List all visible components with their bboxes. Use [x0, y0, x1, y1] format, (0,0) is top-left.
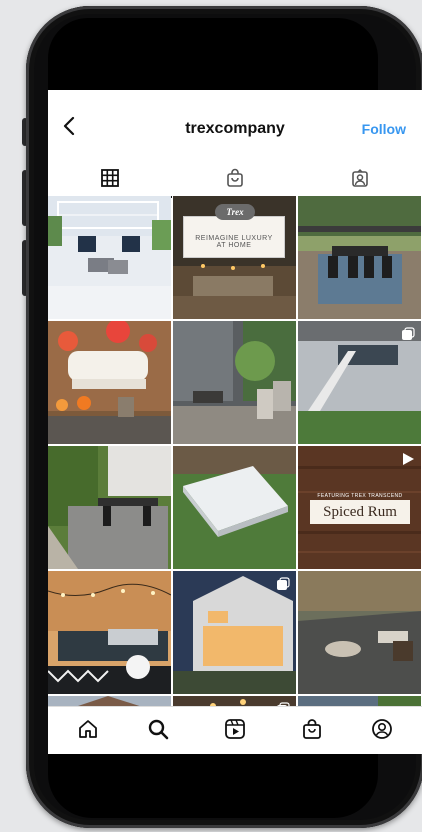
post-thumbnail[interactable]	[298, 696, 421, 706]
shop-icon	[301, 718, 323, 745]
profile-header: trexcompany Follow	[48, 90, 422, 164]
patio-palm-photo	[173, 321, 296, 444]
nav-profile[interactable]	[366, 715, 398, 747]
post-thumbnail[interactable]	[173, 321, 296, 444]
featuring-text: FEATURING TREX TRANSCEND	[317, 493, 403, 499]
promo-card: REIMAGINE LUXURY AT HOME	[183, 216, 285, 258]
post-thumbnail[interactable]	[48, 446, 171, 569]
reels-icon	[224, 718, 246, 745]
house-roof-photo	[48, 696, 171, 706]
phone-chin	[48, 754, 378, 818]
bottom-navigation	[48, 706, 422, 754]
shop-bag-icon	[225, 168, 245, 193]
rooftop-deck-photo	[48, 196, 171, 319]
profile-tabs	[48, 164, 422, 198]
post-thumbnail[interactable]	[298, 571, 421, 694]
autumn-porch-photo	[48, 321, 171, 444]
tagged-icon	[350, 168, 370, 193]
deck-on-lawn-photo	[173, 446, 296, 569]
posts-grid: REIMAGINE LUXURY AT HOME Trex FEATURING …	[48, 196, 422, 706]
carousel-icon	[276, 577, 290, 596]
post-thumbnail[interactable]: REIMAGINE LUXURY AT HOME Trex	[173, 196, 296, 319]
trex-logo: Trex	[215, 204, 255, 220]
deck-dining-photo	[298, 196, 421, 319]
tab-shop[interactable]	[173, 164, 297, 196]
status-area	[48, 18, 378, 90]
tab-tagged[interactable]	[298, 164, 422, 196]
post-thumbnail[interactable]	[173, 571, 296, 694]
search-icon	[147, 718, 169, 745]
promo-line-2: AT HOME	[216, 242, 252, 249]
color-name-card: Spiced Rum	[310, 500, 410, 524]
video-play-icon	[401, 452, 415, 471]
post-thumbnail[interactable]	[48, 696, 171, 706]
nav-home[interactable]	[72, 715, 104, 747]
instagram-profile-screen: trexcompany Follow REIMAGINE LUXURY AT H…	[48, 90, 422, 754]
post-thumbnail[interactable]	[173, 696, 296, 706]
profile-icon	[371, 718, 393, 745]
post-thumbnail[interactable]	[48, 196, 171, 319]
nav-reels[interactable]	[219, 715, 251, 747]
garden-deck-photo	[48, 446, 171, 569]
post-thumbnail[interactable]	[298, 196, 421, 319]
string-lights-patio-photo	[48, 571, 171, 694]
siding-hedge-photo	[298, 696, 421, 706]
tab-posts-grid[interactable]	[48, 164, 172, 196]
post-thumbnail[interactable]	[48, 571, 171, 694]
promo-line-1: REIMAGINE LUXURY	[195, 235, 273, 242]
nav-search[interactable]	[142, 715, 174, 747]
post-thumbnail[interactable]	[298, 321, 421, 444]
post-thumbnail[interactable]	[48, 321, 171, 444]
nav-shop[interactable]	[296, 715, 328, 747]
post-thumbnail[interactable]: FEATURING TREX TRANSCEND Spiced Rum	[298, 446, 421, 569]
follow-button[interactable]: Follow	[362, 121, 406, 137]
deck-firepit-photo	[298, 571, 421, 694]
carousel-icon	[401, 327, 415, 346]
post-thumbnail[interactable]	[173, 446, 296, 569]
grid-icon	[100, 168, 120, 193]
home-icon	[77, 718, 99, 745]
